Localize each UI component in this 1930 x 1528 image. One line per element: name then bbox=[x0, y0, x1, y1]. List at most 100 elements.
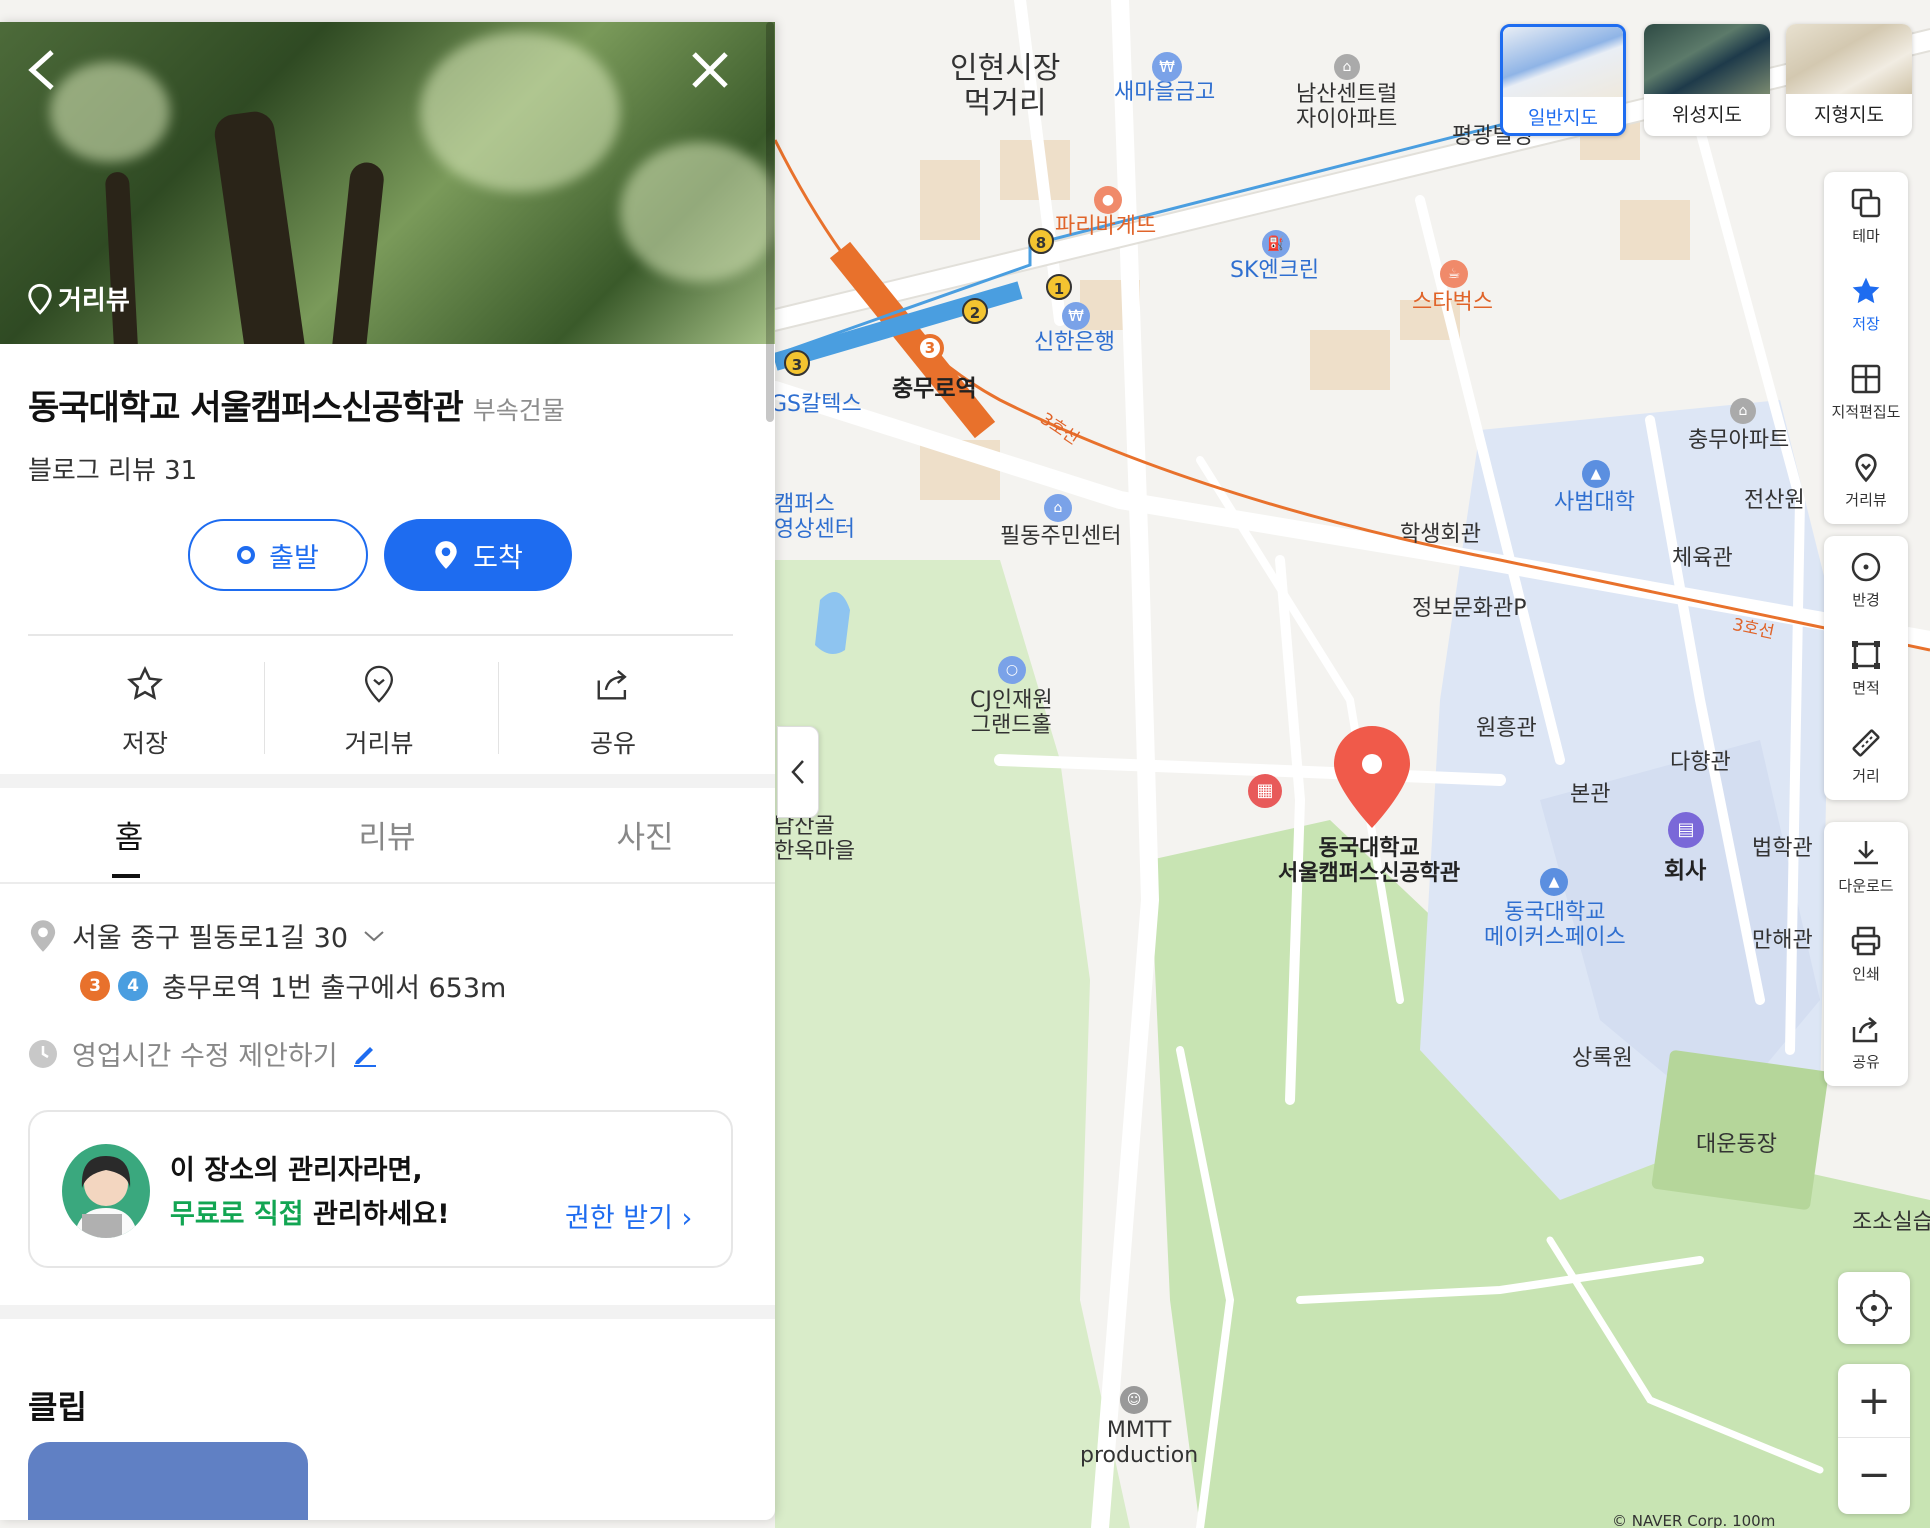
blog-review-count[interactable]: 블로그 리뷰 31 bbox=[28, 450, 197, 487]
clip-thumbnail[interactable] bbox=[28, 1442, 308, 1520]
company-icon[interactable]: ▤ bbox=[1668, 812, 1704, 848]
apartment-icon[interactable]: ⌂ bbox=[1334, 54, 1360, 80]
tool-streetview[interactable]: 거리뷰 bbox=[1824, 436, 1908, 524]
store-icon[interactable]: ▦ bbox=[1248, 774, 1282, 808]
place-title: 동국대학교 서울캠퍼스신공학관 bbox=[28, 388, 464, 428]
map-label-wonheung[interactable]: 원흥관 bbox=[1476, 716, 1537, 741]
route-start-button[interactable]: 출발 bbox=[188, 519, 368, 591]
map-label-sangnok[interactable]: 상록원 bbox=[1572, 1046, 1633, 1071]
maptype-terrain[interactable]: 지형지도 bbox=[1786, 24, 1912, 136]
address-row[interactable]: 서울 중구 필동로1길 30 bbox=[28, 916, 386, 955]
zoom-out-button[interactable]: − bbox=[1838, 1438, 1910, 1512]
clock-icon bbox=[29, 1039, 57, 1068]
map-label-saemaeul[interactable]: 새마을금고 bbox=[1114, 80, 1215, 105]
tool-radius[interactable]: 반경 bbox=[1824, 536, 1908, 624]
subway-line-4-badge: 4 bbox=[118, 970, 148, 1001]
subway-exit-8[interactable]: 8 bbox=[1028, 228, 1054, 254]
map-label-shinhan[interactable]: 신한은행 bbox=[1034, 330, 1115, 355]
map-label-gym[interactable]: 체육관 bbox=[1672, 546, 1733, 571]
tool-share[interactable]: 공유 bbox=[1824, 998, 1908, 1086]
route-destination-button[interactable]: 도착 bbox=[384, 519, 572, 591]
layers-icon bbox=[1851, 188, 1881, 217]
tab-photos[interactable]: 사진 bbox=[516, 812, 774, 857]
claim-permission-link[interactable]: 권한 받기 › bbox=[565, 1196, 692, 1235]
map-label-pildong-center[interactable]: 필동주민센터 bbox=[1000, 524, 1121, 549]
school-icon[interactable]: ▲ bbox=[1582, 460, 1610, 488]
tab-reviews[interactable]: 리뷰 bbox=[258, 812, 516, 857]
map-label-campus-center[interactable]: 캠퍼스 영상센터 bbox=[774, 492, 855, 543]
hours-suggest-row[interactable]: 영업시간 수정 제안하기 bbox=[28, 1034, 378, 1073]
map-label-maker-space[interactable]: 동국대학교 메이커스페이스 bbox=[1484, 900, 1626, 951]
action-streetview[interactable]: 거리뷰 bbox=[262, 662, 496, 760]
route-destination-label: 도착 bbox=[473, 542, 523, 574]
map-label-paris-baguette[interactable]: 파리바게뜨 bbox=[1055, 214, 1156, 239]
cafe-icon[interactable]: ☕ bbox=[1440, 260, 1468, 288]
map-label-manhae[interactable]: 만해관 bbox=[1752, 928, 1813, 953]
map-label-chungmu-apt[interactable]: 충무아파트 bbox=[1688, 428, 1789, 453]
ruler-icon bbox=[1852, 728, 1880, 757]
tool-theme[interactable]: 테마 bbox=[1824, 172, 1908, 260]
map-label-mmtt[interactable]: MMTT production bbox=[1080, 1418, 1198, 1469]
action-share[interactable]: 공유 bbox=[496, 662, 730, 760]
subway-exit-2[interactable]: 2 bbox=[962, 298, 988, 324]
map-label-namsan-central[interactable]: 남산센트럴 자이아파트 bbox=[1296, 82, 1397, 133]
bank-icon[interactable]: ₩ bbox=[1152, 52, 1182, 82]
map-label-jososil[interactable]: 조소실습 bbox=[1852, 1210, 1930, 1235]
theater-icon[interactable]: ☺ bbox=[1120, 1386, 1148, 1414]
tool-cadastral[interactable]: 지적편집도 bbox=[1824, 348, 1908, 436]
maptype-satellite[interactable]: 위성지도 bbox=[1644, 24, 1770, 136]
map-label-student-hall[interactable]: 학생회관 bbox=[1400, 522, 1481, 547]
map-label-sabeom[interactable]: 사범대학 bbox=[1554, 490, 1635, 515]
map-label-law[interactable]: 법학관 bbox=[1752, 836, 1813, 861]
map-label-jeonsan[interactable]: 전산원 bbox=[1744, 488, 1805, 513]
map-label-target[interactable]: 동국대학교 서울캠퍼스신공학관 bbox=[1278, 836, 1460, 887]
pencil-icon bbox=[353, 1046, 376, 1067]
action-save[interactable]: 저장 bbox=[28, 662, 262, 760]
ring-icon[interactable]: ○ bbox=[998, 656, 1026, 684]
tool-area[interactable]: 면적 bbox=[1824, 624, 1908, 712]
action-streetview-label: 거리뷰 bbox=[344, 729, 414, 758]
map-label-sk-encleen[interactable]: SK엔크린 bbox=[1230, 258, 1319, 283]
printer-icon bbox=[1851, 926, 1881, 955]
panel-scrollbar[interactable] bbox=[766, 22, 774, 422]
map-label-stadium[interactable]: 대운동장 bbox=[1696, 1132, 1777, 1157]
maptype-normal[interactable]: 일반지도 bbox=[1500, 24, 1626, 136]
owner-card-highlight: 무료로 직접 bbox=[170, 1199, 304, 1230]
destination-marker-icon[interactable] bbox=[1332, 726, 1412, 830]
bank-icon[interactable]: ₩ bbox=[1062, 302, 1090, 330]
chevron-left-icon bbox=[791, 760, 804, 784]
map-label-starbucks[interactable]: 스타벅스 bbox=[1412, 290, 1493, 315]
zoom-in-button[interactable]: + bbox=[1838, 1364, 1910, 1438]
my-location-button[interactable] bbox=[1838, 1272, 1910, 1344]
close-button[interactable] bbox=[690, 50, 730, 98]
tool-save[interactable]: 저장 bbox=[1824, 260, 1908, 348]
map-label-namsan-village[interactable]: 남산골 한옥마을 bbox=[774, 814, 855, 865]
map-label-info-culture[interactable]: 정보문화관P bbox=[1412, 596, 1526, 621]
subway-exit-1[interactable]: 1 bbox=[1046, 274, 1072, 300]
government-icon[interactable]: ⌂ bbox=[1044, 494, 1072, 522]
school-icon[interactable]: ▲ bbox=[1540, 868, 1568, 896]
collapse-panel-button[interactable] bbox=[777, 726, 819, 818]
owner-claim-card: 이 장소의 관리자라면, 무료로 직접 관리하세요! 권한 받기 › bbox=[28, 1110, 733, 1268]
map-label-incheon-market[interactable]: 인현시장 먹거리 bbox=[950, 51, 1060, 121]
bakery-icon[interactable]: ● bbox=[1094, 186, 1122, 214]
map-label-dahyang[interactable]: 다향관 bbox=[1670, 750, 1731, 775]
apartment-icon[interactable]: ⌂ bbox=[1730, 398, 1756, 424]
map-label-bonkwan[interactable]: 본관 bbox=[1570, 782, 1610, 807]
tab-home[interactable]: 홈 bbox=[0, 812, 258, 857]
place-photo[interactable]: 거리뷰 bbox=[0, 22, 775, 344]
subway-exit-3[interactable]: 3 bbox=[784, 350, 810, 376]
map-label-cj-hall[interactable]: CJ인재원 그랜드홀 bbox=[970, 688, 1053, 739]
normal-map-thumbnail bbox=[1503, 27, 1623, 97]
tool-distance[interactable]: 거리 bbox=[1824, 712, 1908, 800]
subway-badge-line3[interactable]: 3 bbox=[916, 334, 944, 362]
map-label-chungmuro-station[interactable]: 충무로역 bbox=[892, 376, 977, 402]
gas-station-icon[interactable]: ⛽ bbox=[1262, 230, 1290, 258]
subway-row: 3 4 충무로역 1번 출구에서 653m bbox=[80, 966, 506, 1005]
tool-print[interactable]: 인쇄 bbox=[1824, 910, 1908, 998]
back-button[interactable] bbox=[24, 46, 60, 102]
map-label-gs-caltex[interactable]: GS칼텍스 bbox=[770, 392, 862, 417]
map-label-company[interactable]: 회사 bbox=[1664, 858, 1706, 884]
streetview-chip[interactable]: 거리뷰 bbox=[26, 280, 130, 317]
tool-download[interactable]: 다운로드 bbox=[1824, 822, 1908, 910]
